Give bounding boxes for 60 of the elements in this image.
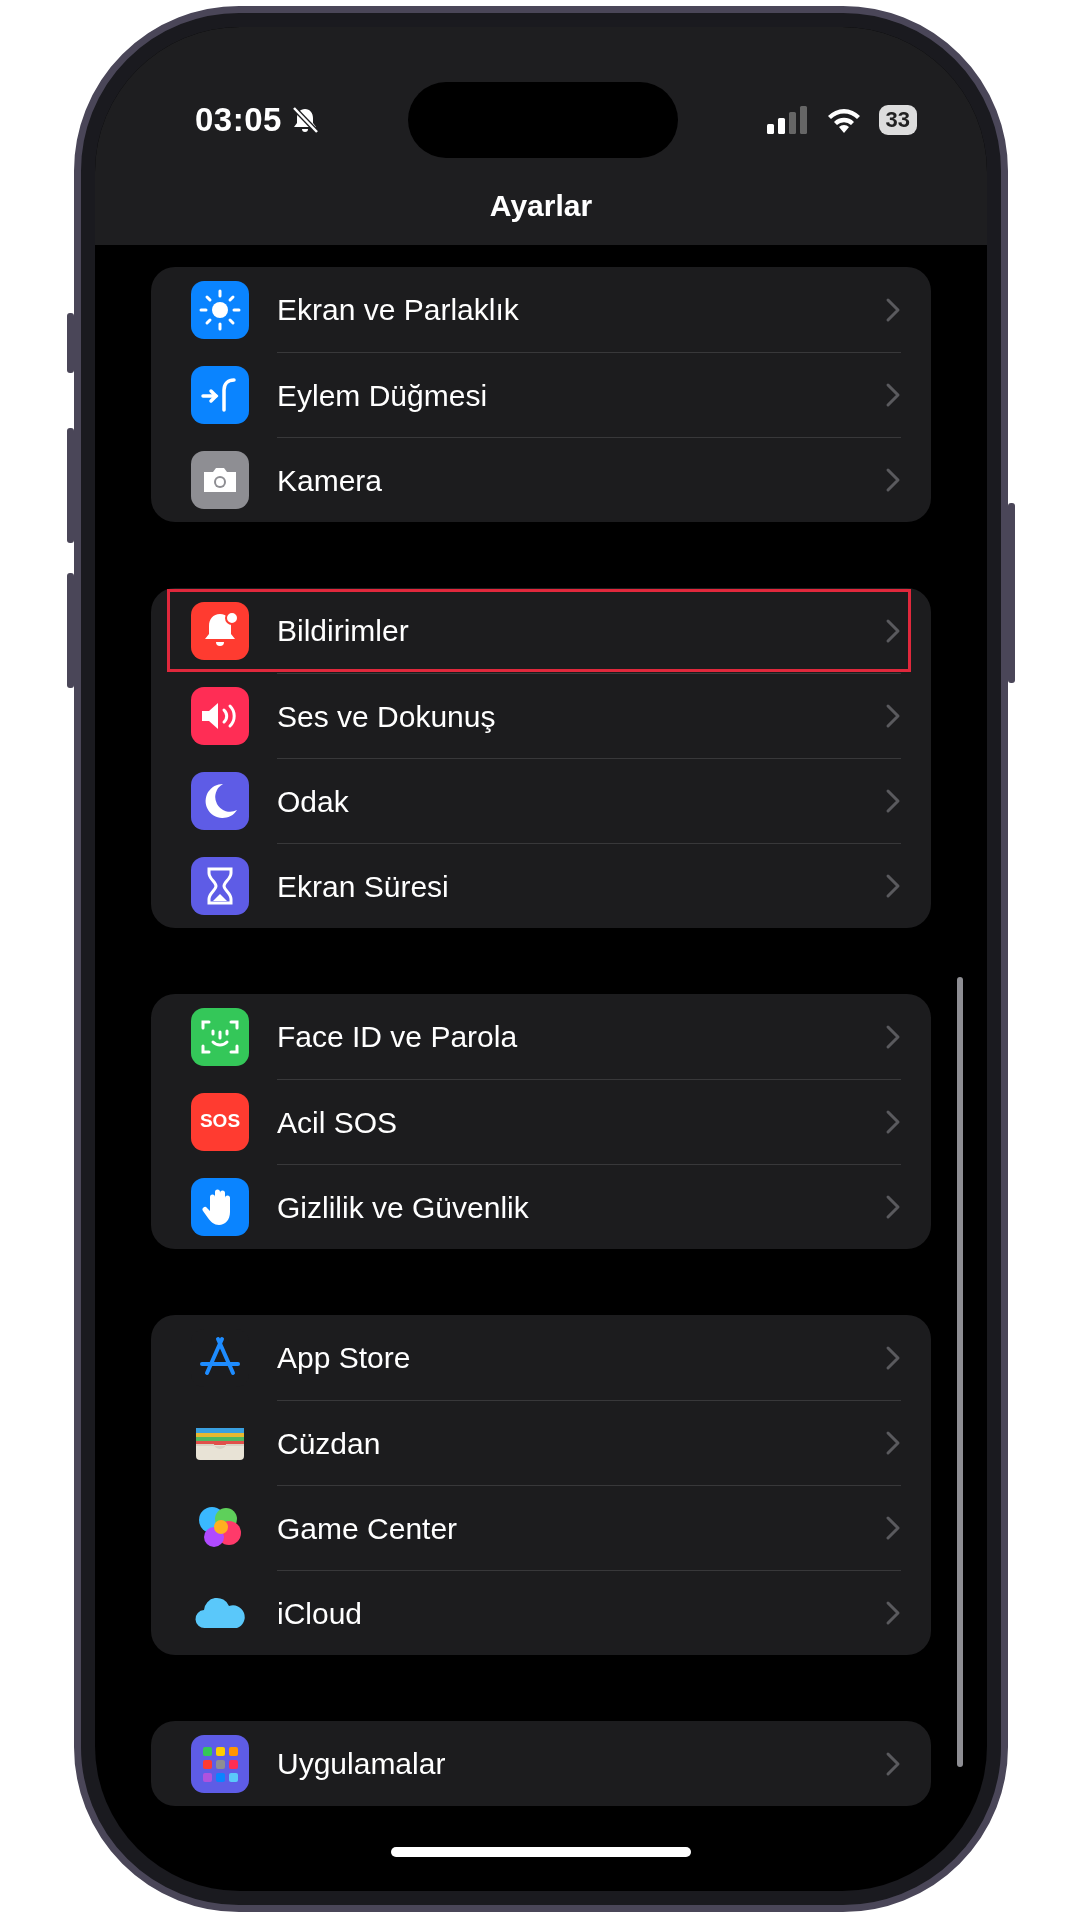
chevron-icon [885, 703, 901, 729]
chevron-icon [885, 1600, 901, 1626]
row-label: Uygulamalar [277, 1746, 446, 1782]
chevron-icon [885, 1109, 901, 1135]
settings-row[interactable]: Game Center [151, 1485, 931, 1570]
settings-row[interactable]: App Store [151, 1315, 931, 1400]
row-label: Face ID ve Parola [277, 1019, 518, 1055]
row-label: Cüzdan [277, 1425, 381, 1462]
row-label: Gizlilik ve Güvenlik [277, 1189, 529, 1226]
settings-row[interactable]: Ekran ve Parlaklık [151, 267, 931, 352]
status-time: 03:05 [195, 100, 282, 141]
row-label: iCloud [277, 1595, 363, 1632]
chevron-icon [885, 788, 901, 814]
settings-row[interactable]: Kamera [151, 437, 931, 522]
chevron-icon [885, 1023, 901, 1050]
settings-row[interactable]: Bildirimler [151, 588, 931, 673]
chevron-icon [885, 382, 901, 408]
row-label: Game Center [277, 1510, 458, 1547]
chevron-icon [885, 873, 901, 899]
sun-icon [191, 280, 249, 339]
settings-row[interactable]: Uygulamalar [151, 1721, 931, 1806]
hourglass-icon [191, 856, 249, 915]
settings-row[interactable]: Odak [151, 758, 931, 843]
chevron-icon [885, 1750, 901, 1777]
settings-row[interactable]: iCloud [151, 1570, 931, 1655]
face-scan-icon [191, 1007, 249, 1066]
row-label: Ekran ve Parlaklık [277, 292, 519, 328]
chevron-icon [885, 1344, 901, 1371]
settings-row[interactable]: SOS Acil SOS [151, 1079, 931, 1164]
battery-level: 33 [878, 105, 917, 135]
moon-icon [191, 771, 249, 830]
settings-row[interactable]: Gizlilik ve Güvenlik [151, 1164, 931, 1249]
row-label: Acil SOS [277, 1104, 398, 1141]
chevron-icon [885, 296, 901, 323]
row-label: Ses ve Dokunuş [277, 698, 496, 735]
chevron-icon [885, 1194, 901, 1220]
row-label: Eylem Düğmesi [277, 377, 488, 414]
settings-row[interactable]: Cüzdan [151, 1400, 931, 1485]
chevron-icon [885, 1515, 901, 1541]
sos-icon: SOS [191, 1092, 249, 1151]
row-label: App Store [277, 1340, 411, 1376]
chevron-icon [885, 1430, 901, 1456]
app-grid-icon [191, 1734, 249, 1793]
settings-row[interactable]: Face ID ve Parola [151, 994, 931, 1079]
camera-icon [191, 450, 249, 509]
speaker-icon [191, 686, 249, 745]
hand-icon [191, 1177, 249, 1236]
bell-icon [191, 601, 249, 660]
row-label: Odak [277, 783, 349, 820]
row-label: Kamera [277, 462, 383, 499]
nav-title: Ayarlar [488, 188, 594, 224]
settings-row[interactable]: Eylem Düğmesi [151, 352, 931, 437]
row-label: Bildirimler [277, 613, 409, 649]
chevron-icon [885, 617, 901, 644]
row-label: Ekran Süresi [277, 868, 449, 905]
signal-icon [766, 106, 809, 134]
settings-row[interactable]: Ekran Süresi [151, 843, 931, 928]
chevron-icon [885, 467, 901, 493]
settings-row[interactable]: Ses ve Dokunuş [151, 673, 931, 758]
action-button-icon [191, 365, 249, 424]
